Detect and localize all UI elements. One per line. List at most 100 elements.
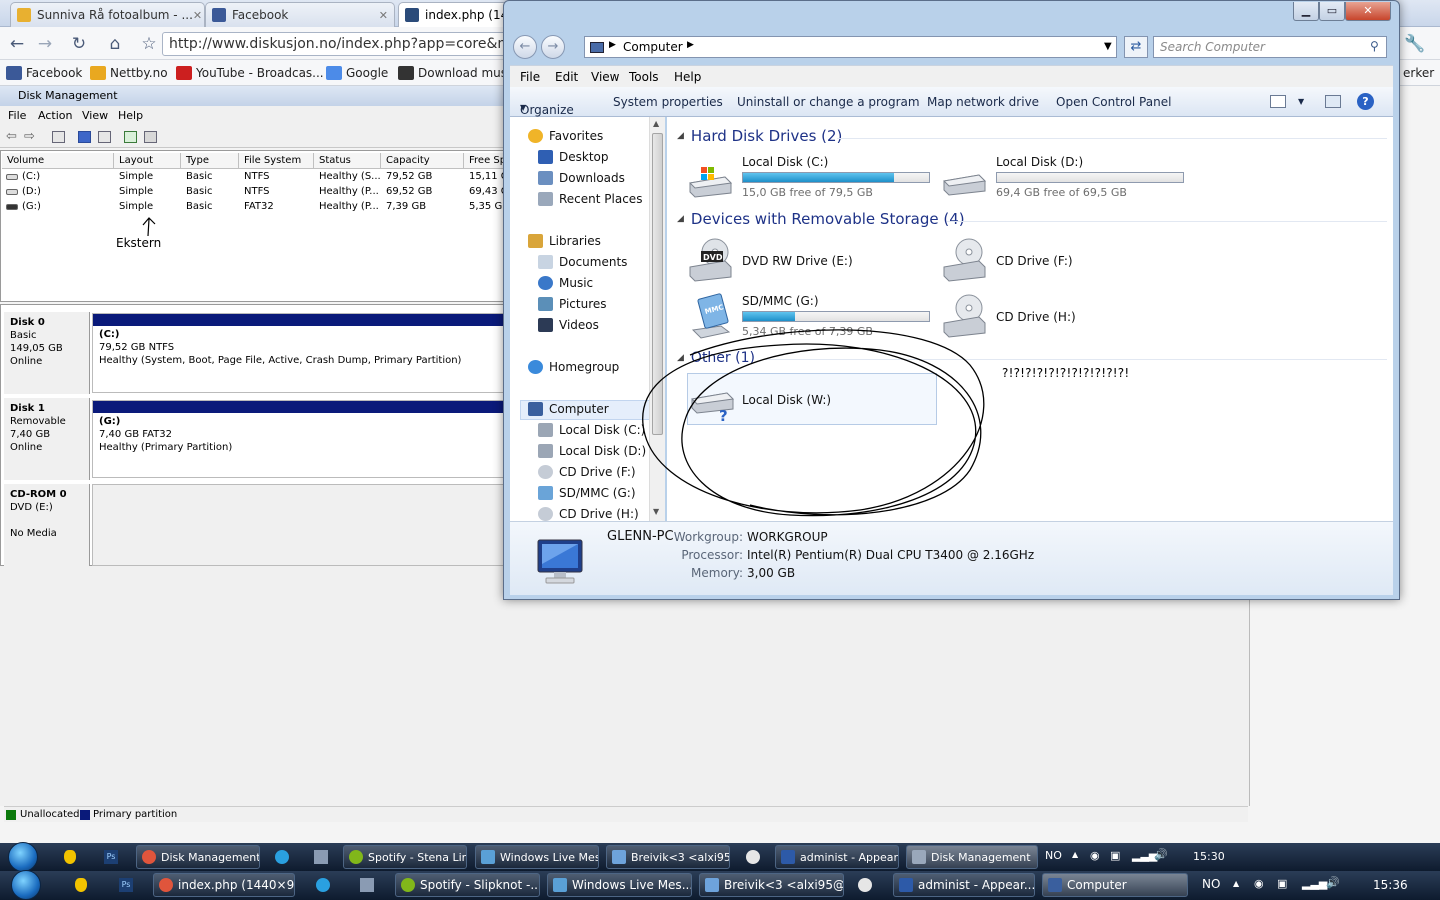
taskbar-item[interactable]: Disk Management	[906, 845, 1038, 869]
back-icon[interactable]: ⇦	[6, 129, 17, 144]
tab-fotoalbum[interactable]: Sunniva Rå fotoalbum - ... ✕	[10, 2, 205, 27]
nav-libraries[interactable]: Libraries	[528, 234, 601, 248]
bookmark-google[interactable]: Google	[326, 64, 388, 82]
other-bookmarks[interactable]: erker	[1403, 64, 1434, 82]
preview-pane-icon[interactable]	[1325, 95, 1341, 108]
forward-icon[interactable]: →	[34, 33, 56, 55]
app-icon[interactable]	[360, 878, 374, 892]
volume-icon[interactable]: 🔊	[1326, 876, 1340, 889]
skype-icon[interactable]	[316, 878, 330, 892]
close-icon[interactable]: ✕	[379, 9, 388, 22]
drive-e-name[interactable]: DVD RW Drive (E:)	[742, 254, 853, 268]
col-filesystem[interactable]: File System	[244, 155, 301, 166]
drive-g-name[interactable]: SD/MMC (G:)	[742, 294, 819, 308]
col-free-space[interactable]: Free Sp	[469, 155, 506, 166]
device-icon[interactable]: ▣	[1110, 849, 1120, 862]
nav-cd-drive-h[interactable]: CD Drive (H:)	[538, 507, 639, 521]
drive-icon[interactable]	[941, 167, 987, 200]
uninstall-program-button[interactable]: Uninstall or change a program	[737, 95, 920, 109]
steam-icon[interactable]	[858, 878, 872, 892]
address-bar[interactable]: http://www.diskusjon.no/index.php?app=co…	[162, 32, 507, 56]
network-user-icon[interactable]: ◉	[1090, 849, 1100, 862]
minimize-button[interactable]: ▁	[1293, 2, 1319, 21]
back-button[interactable]: ←	[513, 35, 537, 59]
reload-icon[interactable]: ↻	[68, 33, 90, 55]
breadcrumb[interactable]: Computer	[623, 40, 683, 54]
home-icon[interactable]: ⌂	[104, 33, 126, 55]
group-hard-disk-drives[interactable]: ◢ Hard Disk Drives (2)	[677, 127, 842, 145]
back-icon[interactable]: ←	[6, 33, 28, 55]
collapse-icon[interactable]: ◢	[677, 214, 684, 224]
nav-cd-drive-f[interactable]: CD Drive (F:)	[538, 465, 636, 479]
bookmark-facebook[interactable]: Facebook	[6, 64, 82, 82]
table-row[interactable]: (G:) Simple Basic FAT32 Healthy (P... 7,…	[2, 200, 509, 215]
taskbar-item[interactable]: Breivik<3 <alxi95@...	[606, 845, 730, 869]
norton-icon[interactable]	[75, 878, 87, 892]
partition-c[interactable]: (C:) 79,52 GB NTFS Healthy (System, Boot…	[92, 313, 505, 393]
taskbar-item[interactable]: Windows Live Mes...	[475, 845, 599, 869]
nav-pictures[interactable]: Pictures	[538, 297, 607, 311]
chevron-down-icon[interactable]: ▼	[1298, 97, 1304, 106]
taskbar-item[interactable]: index.php (1440×9...	[153, 873, 295, 897]
windows-drive-icon[interactable]	[687, 165, 733, 202]
settings-icon[interactable]	[144, 131, 157, 143]
network-user-icon[interactable]: ◉	[1254, 877, 1264, 890]
nav-videos[interactable]: Videos	[538, 318, 599, 332]
drive-f-name[interactable]: CD Drive (F:)	[996, 254, 1073, 268]
col-capacity[interactable]: Capacity	[386, 155, 430, 166]
table-row[interactable]: (D:) Simple Basic NTFS Healthy (P... 69,…	[2, 185, 509, 200]
photoshop-icon[interactable]: Ps	[119, 878, 133, 892]
chevron-down-icon[interactable]: ▼	[1104, 41, 1112, 52]
taskbar-item[interactable]: administ - Appear...	[775, 845, 899, 869]
map-network-drive-button[interactable]: Map network drive	[927, 95, 1039, 109]
language-indicator[interactable]: NO	[1045, 849, 1062, 862]
col-type[interactable]: Type	[186, 155, 209, 166]
view-options-icon[interactable]	[1270, 95, 1286, 108]
taskbar-item[interactable]: Breivik<3 <alxi95@...	[699, 873, 844, 897]
bookmark-nettby[interactable]: Nettby.no	[90, 64, 168, 82]
tab-index-php[interactable]: index.php (1440	[398, 2, 508, 27]
open-control-panel-button[interactable]: Open Control Panel	[1056, 95, 1171, 109]
group-removable-storage[interactable]: ◢ Devices with Removable Storage (4)	[677, 210, 965, 228]
system-properties-button[interactable]: System properties	[613, 95, 723, 109]
start-button[interactable]	[8, 842, 38, 872]
nav-sdmmc-g[interactable]: SD/MMC (G:)	[538, 486, 636, 500]
close-icon[interactable]: ✕	[193, 9, 202, 22]
nav-documents[interactable]: Documents	[538, 255, 627, 269]
photoshop-icon[interactable]: Ps	[104, 850, 118, 864]
taskbar-item[interactable]: Spotify - Slipknot -...	[395, 873, 540, 897]
menu-edit[interactable]: Edit	[555, 70, 578, 84]
nav-homegroup[interactable]: Homegroup	[528, 360, 619, 374]
cd-drive-icon[interactable]	[941, 237, 989, 286]
device-icon[interactable]: ▣	[1277, 877, 1287, 890]
col-layout[interactable]: Layout	[119, 155, 153, 166]
help-icon[interactable]	[78, 131, 91, 143]
clock[interactable]: 15:30	[1193, 850, 1225, 863]
skype-icon[interactable]	[275, 850, 289, 864]
taskbar-item[interactable]: Windows Live Mes...	[547, 873, 692, 897]
dvd-drive-icon[interactable]: DVD	[687, 237, 735, 286]
collapse-icon[interactable]: ◢	[677, 131, 684, 141]
volume-icon[interactable]: 🔊	[1154, 848, 1168, 861]
refresh-icon[interactable]	[124, 131, 137, 143]
menu-view[interactable]: View	[82, 109, 108, 122]
tab-facebook[interactable]: Facebook ✕	[205, 2, 395, 27]
taskbar-item[interactable]: Disk Management ...	[136, 845, 260, 869]
maximize-button[interactable]: ▭	[1319, 2, 1345, 21]
nav-desktop[interactable]: Desktop	[538, 150, 609, 164]
menu-tools[interactable]: Tools	[629, 70, 659, 84]
chevron-right-icon[interactable]: ▶	[687, 40, 694, 50]
menu-help[interactable]: Help	[674, 70, 701, 84]
disk-1-label[interactable]: Disk 1 Removable 7,40 GB Online	[4, 398, 90, 480]
forward-icon[interactable]: ⇨	[24, 129, 35, 144]
language-indicator[interactable]: NO	[1202, 877, 1220, 891]
menu-action[interactable]: Action	[38, 109, 72, 122]
star-icon[interactable]: ☆	[138, 33, 160, 55]
col-status[interactable]: Status	[319, 155, 351, 166]
menu-file[interactable]: File	[520, 70, 540, 84]
cdrom-0-label[interactable]: CD-ROM 0 DVD (E:) No Media	[4, 484, 90, 566]
search-icon[interactable]: ⚲	[1370, 39, 1379, 53]
bookmark-youtube[interactable]: YouTube - Broadcas...	[176, 64, 324, 82]
tray-expand-icon[interactable]: ▲	[1233, 879, 1239, 888]
properties-icon[interactable]	[98, 131, 111, 143]
